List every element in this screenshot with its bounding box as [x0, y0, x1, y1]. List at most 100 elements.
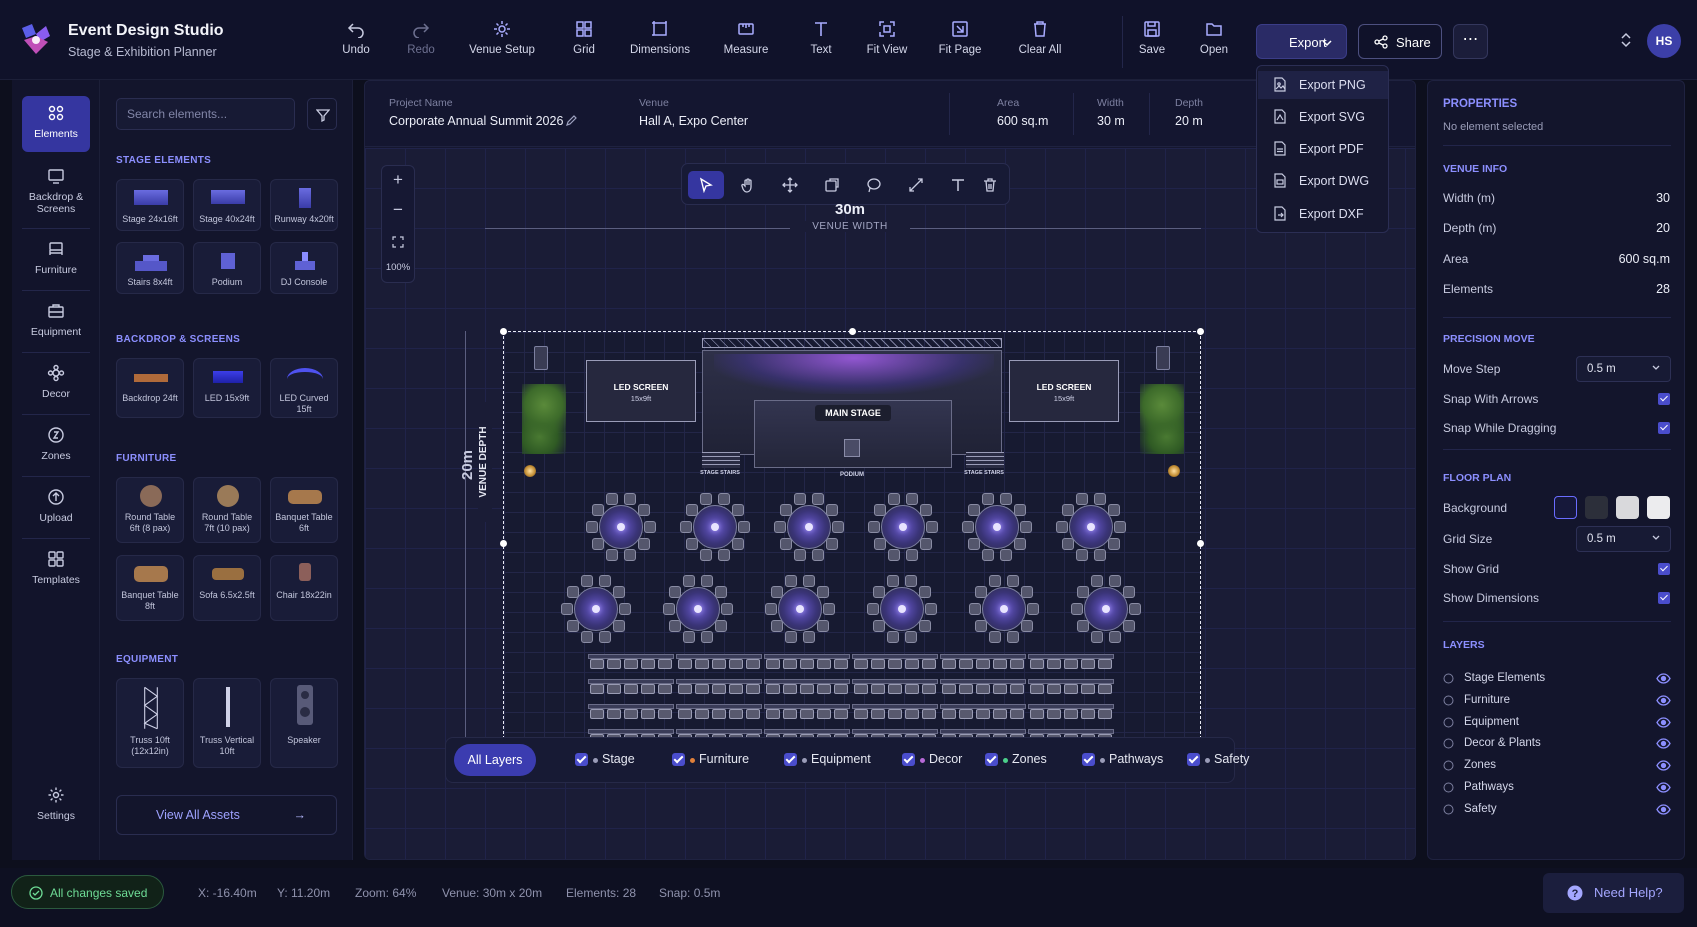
- round-table[interactable]: [865, 572, 939, 646]
- stage-truss[interactable]: [702, 338, 1002, 348]
- rail-item-decor[interactable]: Decor: [22, 356, 90, 412]
- asset-round-table-7ft[interactable]: Round Table 7ft (10 pax): [193, 477, 261, 543]
- background-swatch-charcoal[interactable]: [1585, 496, 1608, 519]
- speaker-left[interactable]: [534, 346, 548, 370]
- stage-stairs-right[interactable]: [966, 452, 1004, 468]
- uplight-left[interactable]: [524, 465, 536, 477]
- banquet-table[interactable]: [852, 654, 938, 670]
- rail-item-backdrop[interactable]: Backdrop & Screens: [22, 159, 90, 221]
- asset-stairs[interactable]: Stairs 8x4ft: [116, 242, 184, 294]
- snap-arrows-checkbox[interactable]: [1658, 393, 1670, 405]
- asset-round-table-6ft[interactable]: Round Table 6ft (8 pax): [116, 477, 184, 543]
- banquet-table[interactable]: [852, 704, 938, 720]
- banquet-table[interactable]: [940, 654, 1026, 670]
- round-table[interactable]: [1054, 490, 1128, 564]
- layer-row[interactable]: Safety: [1443, 802, 1671, 820]
- show-dimensions-checkbox[interactable]: [1658, 592, 1670, 604]
- asset-stage-40x24[interactable]: Stage 40x24ft: [193, 179, 261, 231]
- layer-row[interactable]: Stage Elements: [1443, 671, 1671, 689]
- user-avatar[interactable]: HS: [1647, 24, 1681, 58]
- menu-export-dwg[interactable]: Export DWG: [1258, 167, 1388, 195]
- asset-podium[interactable]: Podium: [193, 242, 261, 294]
- asset-led-curved[interactable]: LED Curved 15ft: [270, 358, 338, 418]
- grid-size-select[interactable]: 0.5 m: [1576, 526, 1671, 552]
- grid-button[interactable]: Grid: [564, 20, 604, 64]
- banquet-table[interactable]: [852, 679, 938, 695]
- design-canvas[interactable]: + − 100% 30m VENUE WIDTH 20m VENUE DEPTH: [365, 148, 1415, 859]
- edit-pencil-icon[interactable]: [565, 115, 577, 127]
- layer-row[interactable]: Zones: [1443, 758, 1671, 776]
- layer-row[interactable]: Furniture: [1443, 693, 1671, 711]
- banquet-table[interactable]: [764, 679, 850, 695]
- asset-banquet-table-6ft[interactable]: Banquet Table 6ft: [270, 477, 338, 543]
- background-swatch-white[interactable]: [1647, 496, 1670, 519]
- layer-row[interactable]: Decor & Plants: [1443, 736, 1671, 754]
- banquet-table[interactable]: [1028, 704, 1114, 720]
- search-input[interactable]: [116, 98, 295, 130]
- fit-screen-icon[interactable]: [392, 236, 404, 248]
- rail-item-equipment[interactable]: Equipment: [22, 294, 90, 350]
- asset-runway[interactable]: Runway 4x20ft: [270, 179, 338, 231]
- zoom-in-button[interactable]: +: [382, 170, 414, 190]
- resize-handle[interactable]: [849, 328, 856, 335]
- line-tool-button[interactable]: [898, 171, 934, 199]
- clear-all-button[interactable]: Clear All: [1014, 20, 1066, 64]
- round-table[interactable]: [678, 490, 752, 564]
- save-button[interactable]: Save: [1135, 20, 1169, 64]
- banquet-table[interactable]: [676, 679, 762, 695]
- banquet-table[interactable]: [676, 704, 762, 720]
- share-button[interactable]: Share: [1358, 24, 1442, 59]
- led-screen-left[interactable]: LED SCREEN 15x9ft: [586, 360, 696, 422]
- eye-icon[interactable]: [1656, 738, 1671, 750]
- collapse-toggle-icon[interactable]: [1618, 32, 1634, 48]
- rail-item-upload[interactable]: Upload: [22, 480, 90, 536]
- pan-tool-button[interactable]: [730, 171, 766, 199]
- eye-icon[interactable]: [1656, 716, 1671, 728]
- resize-handle[interactable]: [1197, 328, 1204, 335]
- select-tool-button[interactable]: [688, 171, 724, 199]
- asset-chair[interactable]: Chair 18x22in: [270, 555, 338, 621]
- project-name-value[interactable]: Corporate Annual Summit 2026: [389, 114, 563, 128]
- snap-dragging-checkbox[interactable]: [1658, 422, 1670, 434]
- lasso-tool-button[interactable]: [856, 171, 892, 199]
- asset-sofa[interactable]: Sofa 6.5x2.5ft: [193, 555, 261, 621]
- undo-button[interactable]: Undo: [335, 20, 377, 64]
- asset-led[interactable]: LED 15x9ft: [193, 358, 261, 418]
- venue-setup-button[interactable]: Venue Setup: [465, 20, 539, 64]
- all-layers-button[interactable]: All Layers: [454, 744, 536, 776]
- round-table[interactable]: [960, 490, 1034, 564]
- banquet-table[interactable]: [588, 654, 674, 670]
- redo-button[interactable]: Redo: [400, 20, 442, 64]
- asset-truss-10ft[interactable]: Truss 10ft (12x12in): [116, 678, 184, 768]
- banquet-table[interactable]: [588, 704, 674, 720]
- export-button[interactable]: Export: [1256, 24, 1347, 59]
- banquet-table[interactable]: [764, 654, 850, 670]
- stage-stairs-left[interactable]: [702, 452, 740, 468]
- plant-right[interactable]: [1140, 384, 1184, 454]
- move-step-select[interactable]: 0.5 m: [1576, 356, 1671, 382]
- asset-truss-vertical[interactable]: Truss Vertical 10ft: [193, 678, 261, 768]
- round-table[interactable]: [661, 572, 735, 646]
- text-tool-button[interactable]: [940, 171, 976, 199]
- resize-handle[interactable]: [1197, 540, 1204, 547]
- round-table[interactable]: [584, 490, 658, 564]
- menu-export-svg[interactable]: Export SVG: [1258, 103, 1388, 131]
- measure-button[interactable]: Measure: [717, 20, 775, 64]
- round-table[interactable]: [763, 572, 837, 646]
- round-table[interactable]: [1069, 572, 1143, 646]
- dimensions-button[interactable]: Dimensions: [626, 20, 694, 64]
- asset-speaker[interactable]: Speaker: [270, 678, 338, 768]
- menu-export-pdf[interactable]: Export PDF: [1258, 135, 1388, 163]
- podium[interactable]: [844, 439, 860, 457]
- more-options-button[interactable]: ⋯: [1453, 24, 1488, 59]
- filter-button[interactable]: [307, 98, 337, 130]
- zoom-out-button[interactable]: −: [382, 200, 414, 220]
- venue-floor-plan[interactable]: LED SCREEN 15x9ft LED SCREEN 15x9ft MAIN…: [500, 328, 1204, 760]
- eye-icon[interactable]: [1656, 804, 1671, 815]
- rail-item-elements[interactable]: Elements: [22, 96, 90, 152]
- plant-left[interactable]: [522, 384, 566, 454]
- eye-icon[interactable]: [1656, 673, 1671, 684]
- background-swatch-light-gray[interactable]: [1616, 496, 1639, 519]
- show-grid-checkbox[interactable]: [1658, 563, 1670, 575]
- delete-tool-button[interactable]: [972, 171, 1008, 199]
